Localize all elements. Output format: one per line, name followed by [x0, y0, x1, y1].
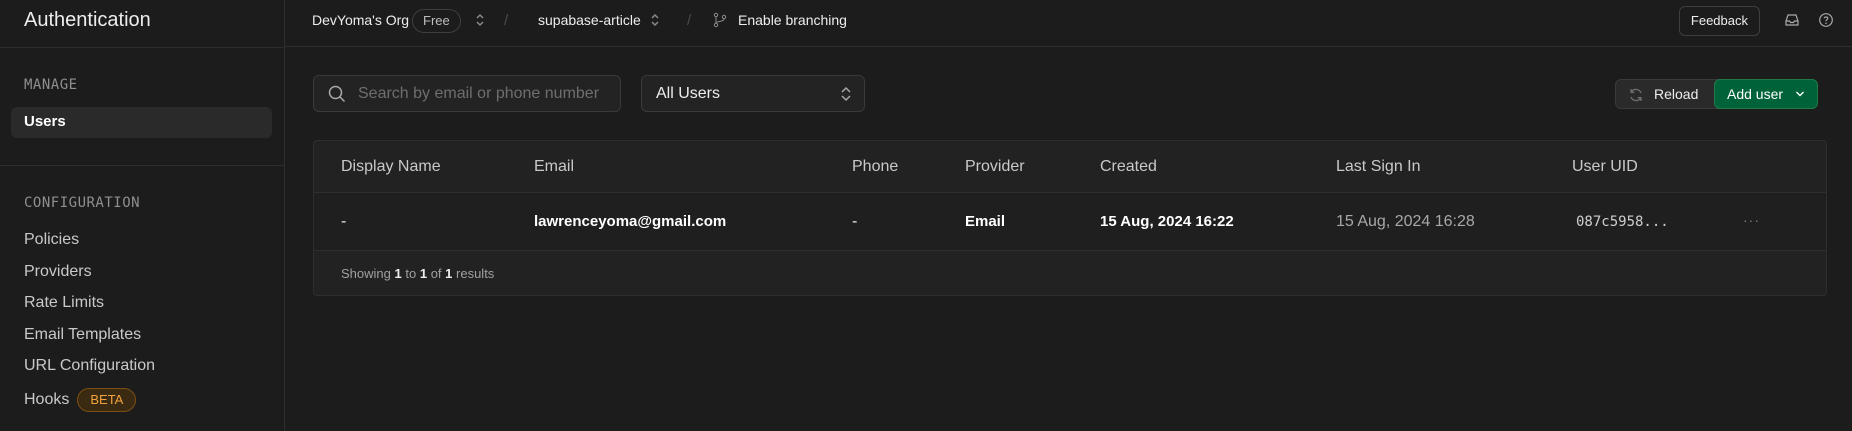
- column-header-created[interactable]: Created: [1100, 141, 1157, 193]
- chevron-up-down-icon: [841, 86, 851, 102]
- footer-total: 1: [445, 266, 453, 281]
- footer-from: 1: [394, 266, 402, 281]
- cell-email: lawrenceyoma@gmail.com: [534, 213, 727, 230]
- cell-phone: -: [852, 213, 858, 230]
- org-selector[interactable]: DevYoma's Org: [312, 0, 409, 41]
- reload-button[interactable]: Reload: [1615, 79, 1728, 109]
- chevron-up-down-icon[interactable]: [474, 12, 486, 28]
- column-header-phone[interactable]: Phone: [852, 141, 898, 193]
- column-header-display-name[interactable]: Display Name: [341, 141, 441, 193]
- footer-prefix: Showing: [341, 266, 391, 281]
- users-table: Display Name Email Phone Provider Create…: [313, 140, 1827, 296]
- plan-badge: Free: [412, 9, 461, 33]
- sidebar: Authentication MANAGE Users CONFIGURATIO…: [0, 0, 285, 431]
- add-user-label: Add user: [1727, 86, 1784, 102]
- column-header-user-uid[interactable]: User UID: [1572, 141, 1638, 193]
- search-box[interactable]: [313, 75, 621, 112]
- chevron-up-down-icon[interactable]: [649, 12, 661, 28]
- footer-to-word: to: [405, 266, 417, 281]
- beta-badge: BETA: [77, 388, 137, 412]
- section-label-configuration: CONFIGURATION: [24, 195, 141, 211]
- sidebar-item-providers[interactable]: Providers: [24, 261, 92, 283]
- sidebar-item-rate-limits[interactable]: Rate Limits: [24, 292, 104, 314]
- reload-icon: [1630, 88, 1642, 102]
- sidebar-item-label: Hooks: [24, 391, 70, 409]
- user-filter-select[interactable]: All Users: [641, 75, 865, 112]
- top-bar: DevYoma's Org Free / supabase-article / …: [285, 0, 1852, 47]
- column-header-last-sign-in[interactable]: Last Sign In: [1336, 141, 1421, 193]
- sidebar-divider: [0, 47, 285, 48]
- section-label-manage: MANAGE: [24, 77, 78, 93]
- sidebar-item-hooks[interactable]: Hooks BETA: [24, 388, 137, 412]
- footer-to: 1: [419, 266, 428, 281]
- cell-last-sign-in: 15 Aug, 2024 16:28: [1336, 213, 1475, 230]
- cell-provider: Email: [965, 213, 1006, 230]
- breadcrumb-separator: /: [504, 12, 509, 29]
- breadcrumb-separator: /: [687, 12, 692, 29]
- feedback-button[interactable]: Feedback: [1678, 6, 1760, 36]
- add-user-button[interactable]: Add user: [1714, 79, 1818, 109]
- sidebar-item-email-templates[interactable]: Email Templates: [24, 324, 141, 346]
- help-icon[interactable]: [1818, 12, 1834, 28]
- sidebar-item-users[interactable]: Users: [24, 111, 66, 133]
- cell-user-uid: 087c5958...: [1576, 214, 1669, 230]
- footer-of-word: of: [430, 266, 442, 281]
- cell-display-name: -: [341, 213, 347, 230]
- column-header-provider[interactable]: Provider: [965, 141, 1025, 193]
- project-selector[interactable]: supabase-article: [538, 0, 641, 41]
- search-icon: [328, 85, 346, 103]
- sidebar-item-url-configuration[interactable]: URL Configuration: [24, 355, 155, 377]
- sidebar-divider: [0, 165, 285, 166]
- chevron-down-icon: [1796, 91, 1804, 97]
- branch-icon: [713, 12, 727, 28]
- cell-created: 15 Aug, 2024 16:22: [1100, 213, 1234, 230]
- sidebar-title: Authentication: [24, 9, 151, 31]
- more-icon[interactable]: ···: [1743, 193, 1760, 247]
- footer-suffix: results: [456, 266, 495, 281]
- column-header-email[interactable]: Email: [534, 141, 574, 193]
- search-input[interactable]: [358, 76, 608, 111]
- reload-label: Reload: [1654, 86, 1699, 102]
- inbox-icon[interactable]: [1784, 12, 1800, 28]
- table-footer: Showing 1 to 1 of 1 results: [341, 251, 494, 297]
- table-row[interactable]: - lawrenceyoma@gmail.com - Email 15 Aug,…: [314, 193, 1826, 251]
- table-header: Display Name Email Phone Provider Create…: [314, 141, 1826, 193]
- user-filter-value: All Users: [656, 85, 721, 102]
- enable-branching-button[interactable]: Enable branching: [738, 0, 847, 41]
- sidebar-item-policies[interactable]: Policies: [24, 229, 79, 251]
